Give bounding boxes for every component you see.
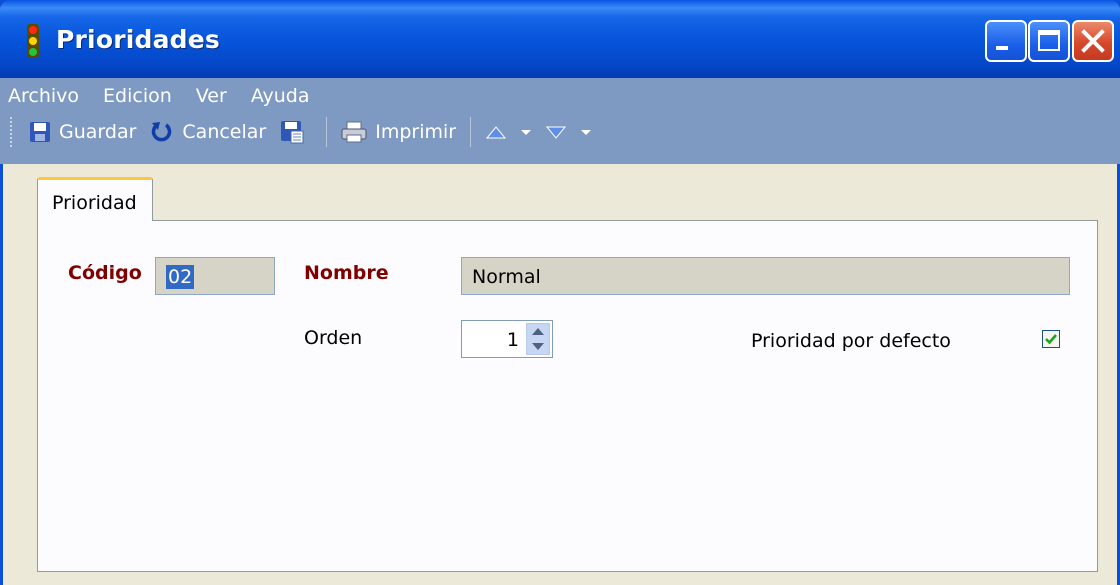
toolbar-separator bbox=[470, 117, 472, 147]
menu-edicion[interactable]: Edicion bbox=[91, 80, 184, 110]
checkmark-icon bbox=[1045, 334, 1057, 345]
close-icon bbox=[1081, 29, 1105, 53]
print-label: Imprimir bbox=[375, 121, 457, 143]
maximize-button[interactable] bbox=[1028, 20, 1070, 62]
print-button[interactable]: Imprimir bbox=[341, 121, 456, 143]
codigo-value: 02 bbox=[166, 265, 195, 289]
print-icon bbox=[341, 121, 367, 143]
minimize-icon bbox=[996, 46, 1008, 50]
orden-stepper[interactable]: 1 bbox=[461, 320, 553, 358]
menu-bar: Archivo Edicion Ver Ayuda bbox=[6, 80, 322, 110]
nombre-value: Normal bbox=[472, 266, 541, 288]
menu-toolbar-band: Archivo Edicion Ver Ayuda Guardar Cancel… bbox=[0, 78, 1120, 164]
menu-archivo[interactable]: Archivo bbox=[6, 80, 91, 110]
toolbar-separator bbox=[326, 117, 328, 147]
orden-label: Orden bbox=[304, 327, 363, 349]
menu-ver[interactable]: Ver bbox=[184, 80, 239, 110]
undo-icon bbox=[152, 122, 172, 142]
tab-prioridad[interactable]: Prioridad bbox=[37, 177, 153, 221]
orden-value: 1 bbox=[506, 329, 519, 351]
nav-down-dropdown-icon[interactable] bbox=[581, 129, 592, 135]
nombre-field[interactable]: Normal bbox=[461, 257, 1070, 295]
tab-label: Prioridad bbox=[52, 192, 137, 214]
cancel-button[interactable]: Cancelar bbox=[150, 120, 266, 144]
save-button[interactable]: Guardar bbox=[29, 121, 136, 143]
spinner-arrows-icon[interactable] bbox=[526, 323, 550, 355]
maximize-icon bbox=[1038, 30, 1060, 51]
codigo-label: Código bbox=[68, 262, 142, 284]
cancel-label: Cancelar bbox=[182, 121, 267, 143]
nav-up-button[interactable] bbox=[485, 124, 515, 140]
toolbar-grip[interactable] bbox=[10, 117, 15, 147]
codigo-field[interactable]: 02 bbox=[155, 257, 275, 295]
application-window: Prioridades Archivo Edicion Ver Ayuda Gu… bbox=[0, 0, 1120, 585]
traffic-light-icon bbox=[27, 24, 39, 58]
save-as-button[interactable] bbox=[280, 120, 312, 144]
nav-up-icon bbox=[486, 126, 507, 139]
nav-down-button[interactable] bbox=[545, 124, 575, 140]
menu-ayuda[interactable]: Ayuda bbox=[239, 80, 322, 110]
minimize-button[interactable] bbox=[985, 20, 1027, 62]
title-bar[interactable]: Prioridades bbox=[0, 0, 1120, 78]
nav-up-dropdown-icon[interactable] bbox=[521, 129, 532, 135]
nombre-label: Nombre bbox=[304, 262, 389, 284]
close-button[interactable] bbox=[1072, 20, 1114, 62]
toolbar: Guardar Cancelar Imprimir bbox=[10, 112, 605, 152]
nav-down-icon bbox=[546, 126, 567, 139]
default-priority-checkbox[interactable] bbox=[1042, 330, 1060, 348]
save-icon bbox=[30, 122, 50, 142]
default-priority-label: Prioridad por defecto bbox=[751, 330, 951, 352]
window-title: Prioridades bbox=[56, 25, 220, 54]
save-label: Guardar bbox=[59, 121, 137, 143]
save-as-icon bbox=[281, 121, 304, 144]
